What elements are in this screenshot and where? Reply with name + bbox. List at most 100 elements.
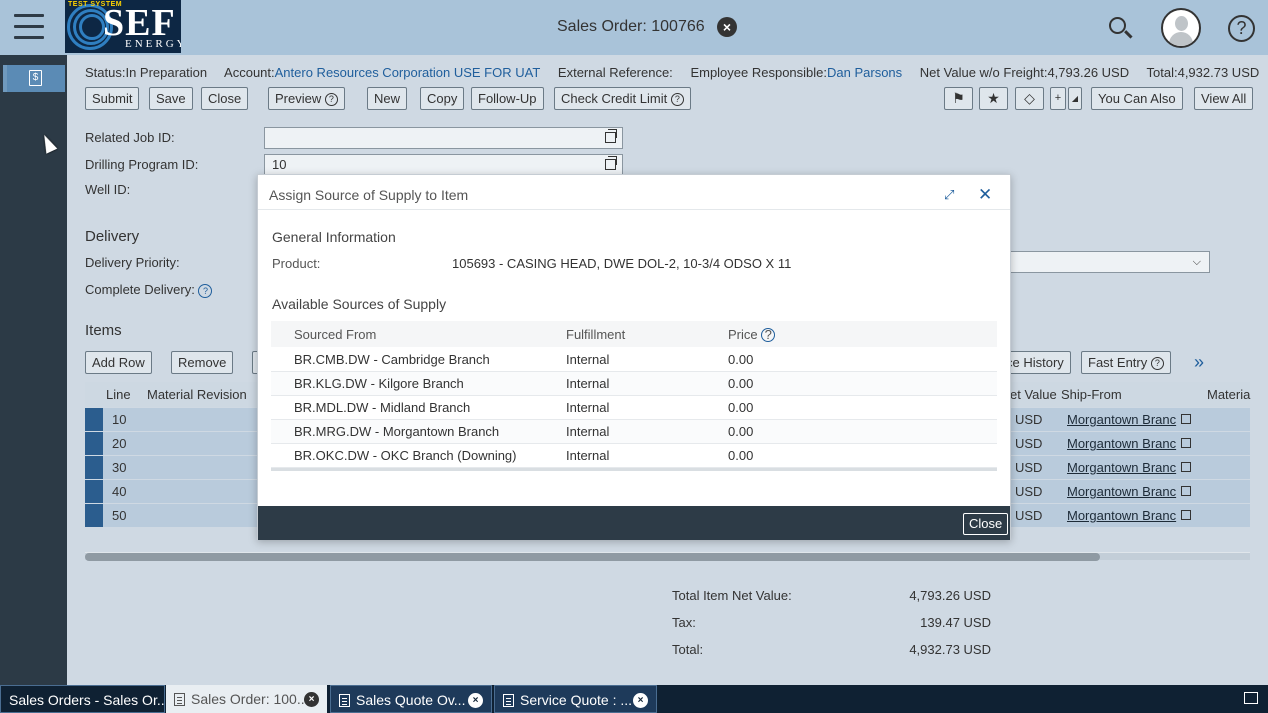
- table-row[interactable]: BR.KLG.DW - Kilgore Branch Internal 0.00: [271, 372, 997, 396]
- you-can-also-button[interactable]: You Can Also: [1091, 87, 1183, 110]
- table-scrollbar[interactable]: [271, 468, 997, 471]
- employee-link[interactable]: Dan Parsons: [827, 65, 902, 80]
- row-selector[interactable]: [85, 504, 103, 527]
- close-button[interactable]: Close: [201, 87, 249, 110]
- fast-entry-button[interactable]: Fast Entry ?: [1081, 351, 1171, 374]
- add-icon[interactable]: +: [1050, 87, 1066, 110]
- row-price: 0.00: [728, 376, 754, 391]
- row-selector[interactable]: [85, 456, 103, 479]
- avatar[interactable]: [1161, 8, 1201, 48]
- row-ship-from-link[interactable]: Morgantown Branc: [1067, 412, 1176, 427]
- check-credit-limit-button[interactable]: Check Credit Limit ?: [554, 87, 691, 110]
- open-icon[interactable]: [1181, 462, 1191, 472]
- total-value: 4,932.73 USD: [1177, 65, 1260, 80]
- row-net-value: USD: [1015, 508, 1043, 523]
- product-value: 105693 - CASING HEAD, DWE DOL-2, 10-3/4 …: [452, 256, 792, 271]
- scrollbar-thumb[interactable]: [85, 553, 1100, 561]
- row-selector[interactable]: [85, 432, 103, 455]
- divider: [258, 209, 1010, 210]
- task-sales-quote[interactable]: Sales Quote Ov... ×: [330, 685, 492, 713]
- open-icon[interactable]: [1181, 486, 1191, 496]
- dropdown-icon[interactable]: ◢: [1068, 87, 1082, 110]
- flag-icon[interactable]: ⚑: [944, 87, 973, 110]
- items-section-title: Items: [85, 322, 122, 339]
- open-icon[interactable]: [1181, 510, 1191, 520]
- help-icon[interactable]: ?: [761, 328, 776, 342]
- row-fulfillment: Internal: [566, 376, 610, 391]
- total-label: Total:: [1146, 65, 1178, 80]
- employee-label: Employee Responsible:: [690, 65, 828, 80]
- related-job-input[interactable]: [264, 127, 623, 149]
- left-nav: $: [0, 55, 67, 685]
- complete-delivery-label: Complete Delivery: ?: [85, 282, 213, 298]
- menu-icon[interactable]: [14, 14, 44, 40]
- follow-up-button[interactable]: Follow-Up: [471, 87, 544, 110]
- col-sourced-from: Sourced From: [294, 327, 377, 342]
- search-icon[interactable]: [1107, 15, 1135, 43]
- open-icon[interactable]: [605, 129, 617, 143]
- copy-button[interactable]: Copy: [420, 87, 465, 110]
- task-sales-order-100766[interactable]: Sales Order: 100... ×: [166, 685, 327, 713]
- close-tab-icon[interactable]: ×: [468, 693, 483, 708]
- status-bar: Status:In Preparation Account:Antero Res…: [85, 65, 1268, 80]
- document-icon: [174, 693, 185, 706]
- nav-item-sales[interactable]: $: [3, 65, 65, 92]
- dialog-close-button[interactable]: Close: [963, 513, 1009, 535]
- related-job-label: Related Job ID:: [85, 130, 175, 145]
- table-row[interactable]: BR.MRG.DW - Morgantown Branch Internal 0.0…: [271, 420, 997, 444]
- row-ship-from-link[interactable]: Morgantown Branc: [1067, 460, 1176, 475]
- row-ship-from-link[interactable]: Morgantown Branc: [1067, 508, 1176, 523]
- more-columns-icon[interactable]: »: [1194, 352, 1204, 373]
- save-button[interactable]: Save: [149, 87, 193, 110]
- delivery-priority-label: Delivery Priority:: [85, 255, 180, 270]
- row-ship-from-link[interactable]: Morgantown Branc: [1067, 436, 1176, 451]
- new-button[interactable]: New: [367, 87, 408, 110]
- task-service-quote[interactable]: Service Quote : ... ×: [494, 685, 657, 713]
- complete-delivery-text: Complete Delivery:: [85, 282, 195, 297]
- select-field[interactable]: ⌵: [997, 251, 1210, 273]
- row-line: 50: [112, 508, 127, 523]
- row-price: 0.00: [728, 424, 754, 439]
- page-title: Sales Order: 100766: [557, 18, 705, 35]
- company-logo[interactable]: TEST SYSTEM SEF ENERGY: [65, 0, 181, 53]
- star-icon[interactable]: ★: [979, 87, 1008, 110]
- row-selector[interactable]: [85, 408, 103, 431]
- row-price: 0.00: [728, 448, 754, 463]
- open-icon[interactable]: [1181, 438, 1191, 448]
- row-selector[interactable]: [85, 480, 103, 503]
- tag-icon[interactable]: ◇: [1015, 87, 1044, 110]
- col-price: Price ?: [728, 327, 776, 342]
- task-sales-orders[interactable]: Sales Orders - Sales Or...: [0, 685, 165, 713]
- help-icon[interactable]: ?: [1228, 15, 1255, 42]
- close-tab-icon[interactable]: ×: [633, 693, 648, 708]
- horizontal-scrollbar[interactable]: [85, 552, 1250, 561]
- open-icon[interactable]: [1181, 414, 1191, 424]
- help-icon[interactable]: ?: [198, 284, 213, 298]
- total-item-net-value: 4,793.26 USD: [909, 588, 991, 603]
- table-row[interactable]: BR.OKC.DW - OKC Branch (Downing) Internal…: [271, 444, 997, 468]
- net-value-label: Net Value w/o Freight:: [919, 65, 1048, 80]
- row-price: 0.00: [728, 352, 754, 367]
- close-icon[interactable]: ✕: [978, 185, 992, 205]
- dialog-title: Assign Source of Supply to Item: [269, 187, 469, 203]
- row-ship-from-link[interactable]: Morgantown Branc: [1067, 484, 1176, 499]
- preview-button[interactable]: Preview ?: [268, 87, 345, 110]
- add-row-button[interactable]: Add Row: [85, 351, 152, 374]
- open-icon[interactable]: [605, 156, 617, 170]
- close-tab-icon[interactable]: ×: [304, 692, 319, 707]
- table-row[interactable]: BR.CMB.DW - Cambridge Branch Internal 0.00: [271, 348, 997, 372]
- view-all-button[interactable]: View All: [1194, 87, 1254, 110]
- logo-sub: ENERGY: [125, 38, 181, 50]
- close-document-icon[interactable]: ×: [717, 17, 737, 37]
- restore-window-icon[interactable]: [1244, 692, 1258, 704]
- dialog-footer: Close: [258, 506, 1010, 540]
- expand-icon[interactable]: ⤢: [944, 187, 960, 203]
- col-ship-from: Ship-From: [1061, 387, 1122, 402]
- account-link[interactable]: Antero Resources Corporation USE FOR UAT: [275, 65, 541, 80]
- remove-button[interactable]: Remove: [171, 351, 234, 374]
- row-fulfillment: Internal: [566, 400, 610, 415]
- task-label: Sales Order: 100...: [191, 691, 309, 707]
- table-row[interactable]: BR.MDL.DW - Midland Branch Internal 0.00: [271, 396, 997, 420]
- drilling-program-input[interactable]: 10: [264, 154, 623, 176]
- submit-button[interactable]: Submit: [85, 87, 140, 110]
